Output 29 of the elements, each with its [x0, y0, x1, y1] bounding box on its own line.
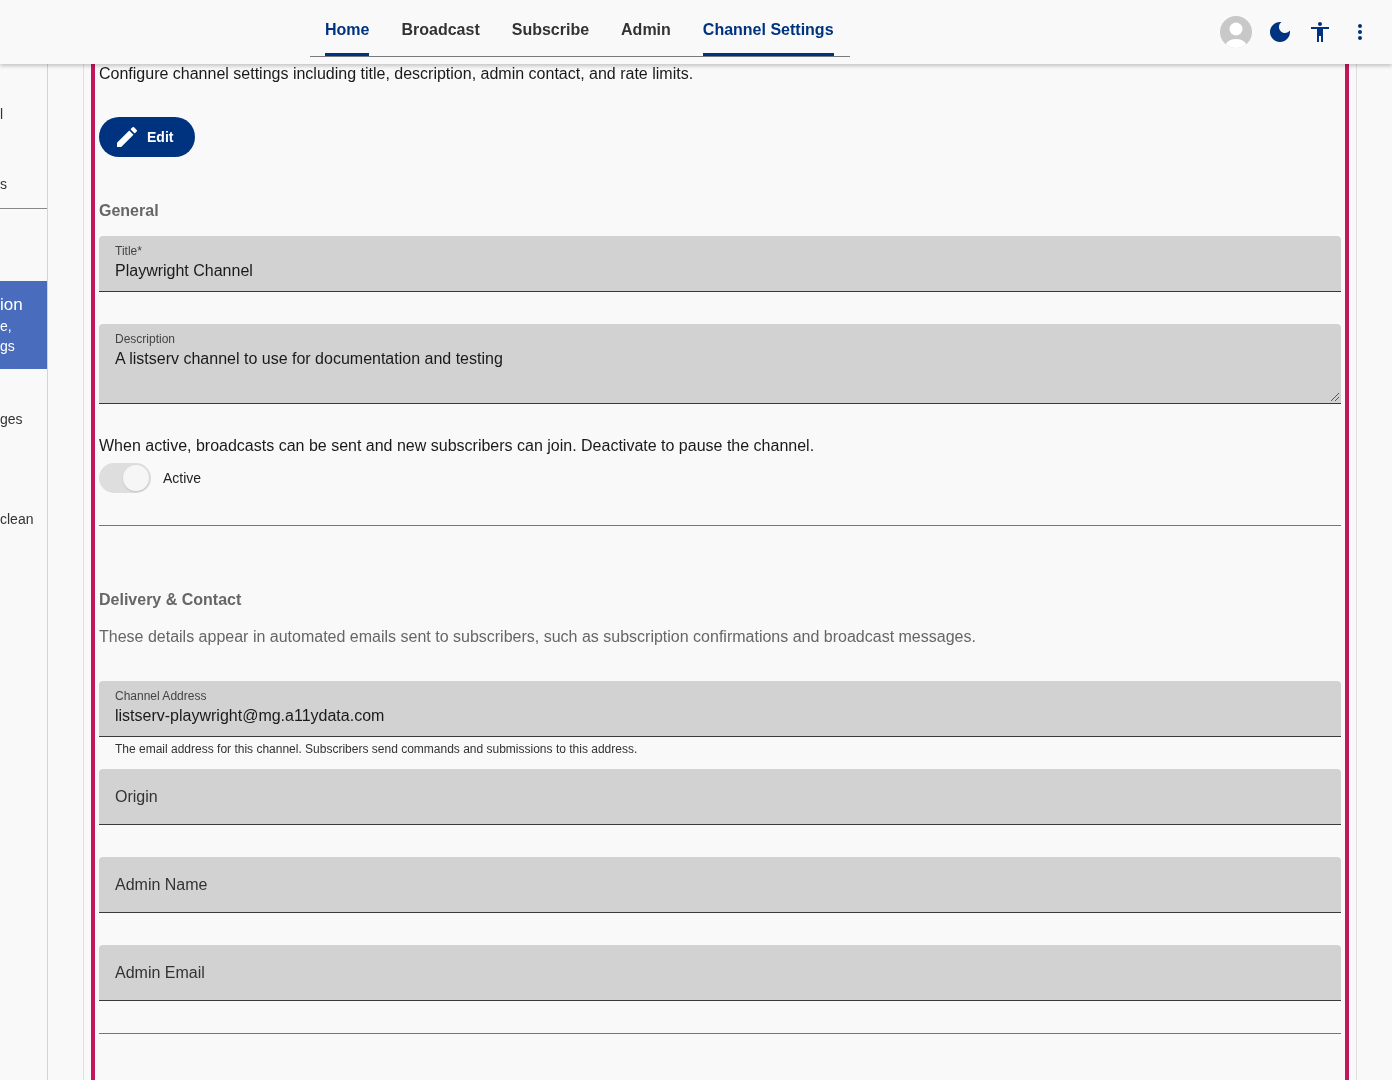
- edit-button[interactable]: Edit: [99, 117, 196, 157]
- text-field[interactable]: Title* Playwright Channel: [99, 236, 1341, 292]
- section-description: These details appear in automated emails sent to subscribers, such as subscription confirmations and broadcast messages.: [99, 627, 977, 646]
- nav-tab[interactable]: Channel Settings: [702, 0, 834, 56]
- sidebar-item[interactable]: l: [0, 90, 47, 138]
- page-description: Configure channel settings including title, description, admin contact, and rate limits.: [99, 64, 695, 83]
- text-field[interactable]: Admin Email: [99, 945, 1341, 1001]
- switch-label: Active: [163, 469, 202, 487]
- nav-tab[interactable]: Broadcast: [401, 0, 480, 56]
- more-menu-icon[interactable]: [1358, 24, 1362, 40]
- sidebar-item[interactable]: ion e, gs: [0, 281, 47, 369]
- sidebar-item[interactable]: clean: [0, 469, 47, 569]
- text-field[interactable]: Admin Name: [99, 857, 1341, 913]
- switch-description: When active, broadcasts can be sent and new subscribers can join. Deactivate to pause the channel.: [99, 436, 816, 455]
- nav-tab[interactable]: Home: [325, 0, 370, 56]
- resize-handle-icon[interactable]: [1331, 393, 1339, 401]
- section-heading: General: [99, 201, 160, 220]
- section-heading: Delivery & Contact: [99, 590, 243, 609]
- accessibility-icon[interactable]: [1311, 22, 1329, 42]
- nav-tab[interactable]: Admin: [621, 0, 671, 56]
- pencil-icon: [117, 127, 137, 147]
- text-area[interactable]: Description A listserv channel to use for documentation and testing: [99, 324, 1341, 404]
- text-field[interactable]: Origin: [99, 769, 1341, 825]
- text-field[interactable]: Channel Address listserv-playwright@mg.a11ydata.com: [99, 681, 1341, 737]
- moon-icon[interactable]: [1270, 22, 1290, 42]
- sidebar-item[interactable]: ges: [0, 369, 47, 469]
- sidebar-item[interactable]: s: [0, 160, 47, 208]
- nav-tab[interactable]: Subscribe: [511, 0, 590, 56]
- helper-text: The email address for this channel. Subscribers send commands and submissions to this address.: [114, 741, 638, 757]
